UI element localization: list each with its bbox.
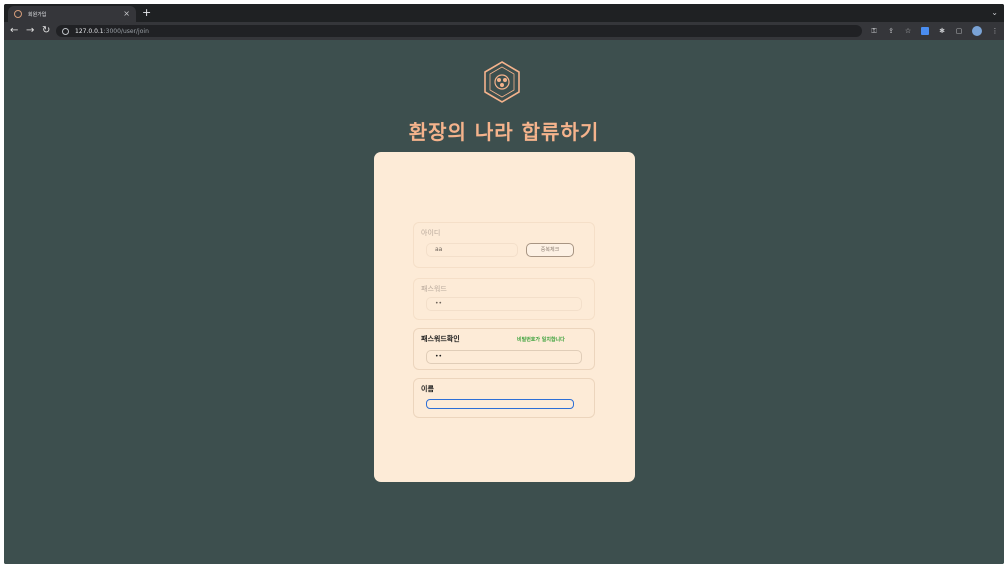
tab-strip: 회원가입 × + ⌄ [4,4,1004,22]
new-tab-button[interactable]: + [142,6,151,20]
password-confirm-input[interactable]: •• [426,350,582,364]
password-confirm-label: 패스워드확인 [421,335,460,343]
signup-form: 아이디 aa 중복체크 패스워드 •• 패스워드확인 비밀번호가 일치합니다 •… [374,152,635,482]
site-info-icon[interactable] [62,27,69,35]
extension-icon[interactable] [921,27,929,35]
name-input[interactable] [426,399,574,409]
page-content: 환장의 나라 합류하기 아이디 aa 중복체크 패스워드 •• 패스워드확인 비… [4,40,1004,564]
url-path: :3000/user/join [103,27,149,35]
site-favicon-icon [14,10,22,18]
share-icon[interactable]: ⇪ [887,27,895,35]
browser-window: 회원가입 × + ⌄ ← → ↻ 127.0.0.1 :3000/user/jo… [4,4,1004,564]
extensions-puzzle-icon[interactable]: ✱ [938,27,946,35]
tab-title: 회원가입 [28,11,47,18]
key-icon[interactable]: ⚿ [870,27,878,35]
profile-avatar-icon[interactable] [972,26,982,36]
password-field-group: 패스워드 •• [413,278,595,320]
side-panel-icon[interactable]: ▢ [955,27,963,35]
tab-active[interactable]: 회원가입 × [8,6,136,22]
password-input[interactable]: •• [426,297,582,311]
name-label: 이름 [421,385,434,393]
address-bar[interactable]: 127.0.0.1 :3000/user/join [56,25,862,37]
bookmark-star-icon[interactable]: ☆ [904,27,912,35]
forward-arrow-icon[interactable]: → [26,23,34,39]
name-field-group: 이름 [413,378,595,418]
menu-dots-icon[interactable]: ⋮ [991,27,999,35]
page-title: 환장의 나라 합류하기 [408,120,600,144]
password-match-message: 비밀번호가 일치합니다 [517,337,565,343]
reload-icon[interactable]: ↻ [42,23,50,39]
toolbar-icons: ⚿ ⇪ ☆ ✱ ▢ ⋮ [870,25,1004,37]
duplicate-check-button[interactable]: 중복체크 [526,243,574,257]
id-label: 아이디 [421,229,441,237]
logo-hexagon-icon [484,61,520,103]
password-confirm-field-group: 패스워드확인 비밀번호가 일치합니다 •• [413,328,595,370]
id-input[interactable]: aa [426,243,518,257]
url-host: 127.0.0.1 [75,27,104,35]
id-field-group: 아이디 aa 중복체크 [413,222,595,268]
tab-search-button[interactable]: ⌄ [991,6,998,20]
tab-close-icon[interactable]: × [123,10,130,18]
back-arrow-icon[interactable]: ← [10,23,18,39]
browser-toolbar: ← → ↻ 127.0.0.1 :3000/user/join ⚿ ⇪ ☆ ✱ … [4,22,1004,40]
password-label: 패스워드 [421,285,447,293]
